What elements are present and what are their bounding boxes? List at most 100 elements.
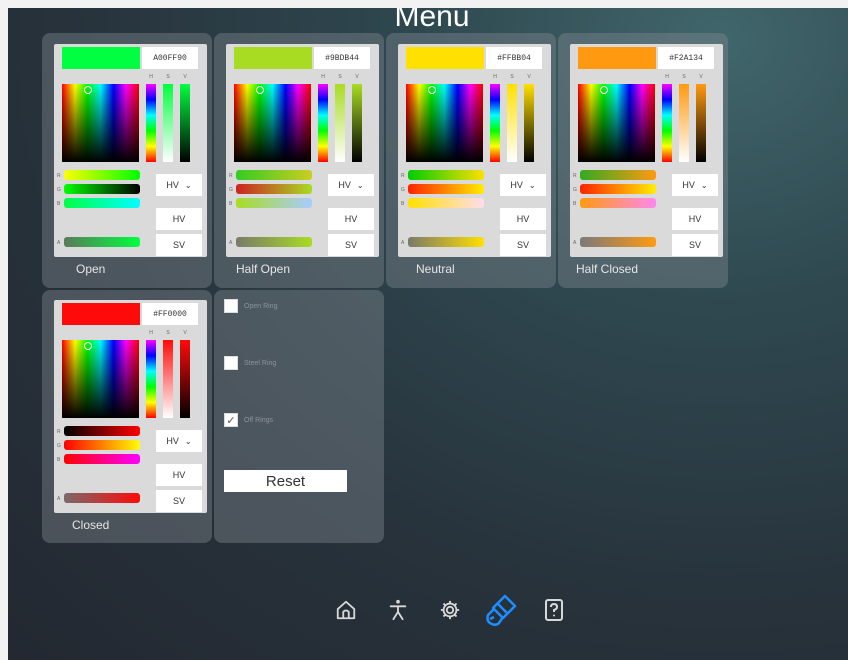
value-slider[interactable] [696, 84, 706, 162]
hex-input[interactable]: #F2A134 [658, 47, 714, 69]
spectrum-handle[interactable] [600, 86, 608, 94]
nav-appearance[interactable] [476, 594, 528, 627]
hex-input[interactable]: #FF0000 [142, 303, 198, 325]
mode-dropdown[interactable]: HV ⌄ [500, 174, 546, 196]
chevron-down-icon: ⌄ [356, 180, 364, 190]
checkbox[interactable] [224, 356, 238, 370]
color-swatch [578, 47, 656, 69]
green-slider[interactable] [580, 184, 656, 194]
mode-dropdown[interactable]: HV ⌄ [672, 174, 718, 196]
spectrum-handle[interactable] [256, 86, 264, 94]
saturation-slider[interactable] [679, 84, 689, 162]
mode-dropdown[interactable]: HV ⌄ [328, 174, 374, 196]
sv-button[interactable]: SV [156, 234, 202, 256]
blue-slider[interactable] [408, 198, 484, 208]
green-slider[interactable] [236, 184, 312, 194]
blue-slider[interactable] [64, 454, 140, 464]
bottom-nav [320, 594, 580, 627]
color-swatch [234, 47, 312, 69]
hex-input[interactable]: #9BDB44 [314, 47, 370, 69]
alpha-slider[interactable] [64, 493, 140, 503]
color-picker-open: A00FF90 H S V R G B A HV ⌄ HV SV [54, 44, 207, 257]
sv-button[interactable]: SV [328, 234, 374, 256]
value-slider[interactable] [180, 340, 190, 418]
g-label: G [573, 187, 577, 193]
color-spectrum[interactable] [62, 84, 139, 162]
nav-home[interactable] [320, 594, 372, 626]
hue-slider[interactable] [662, 84, 672, 162]
saturation-slider[interactable] [507, 84, 517, 162]
hex-input[interactable]: A00FF90 [142, 47, 198, 69]
chevron-down-icon: ⌄ [184, 436, 192, 446]
color-spectrum[interactable] [406, 84, 483, 162]
green-slider[interactable] [64, 440, 140, 450]
sv-button[interactable]: SV [672, 234, 718, 256]
v-label: V [183, 74, 187, 80]
value-slider[interactable] [352, 84, 362, 162]
nav-settings[interactable] [424, 594, 476, 626]
help-icon [545, 599, 563, 621]
reset-button[interactable]: Reset [224, 470, 347, 492]
alpha-slider[interactable] [408, 237, 484, 247]
red-slider[interactable] [408, 170, 484, 180]
hv-button[interactable]: HV [672, 208, 718, 230]
a-label: A [573, 240, 577, 246]
hv-button[interactable]: HV [500, 208, 546, 230]
page-title: Menu [394, 8, 470, 33]
b-label: B [573, 201, 577, 207]
app-window: Menu A00FF90 H S V R G B A HV ⌄ HV SV Ope… [8, 8, 848, 660]
r-label: R [57, 429, 61, 435]
value-slider[interactable] [180, 84, 190, 162]
hue-slider[interactable] [490, 84, 500, 162]
b-label: B [401, 201, 405, 207]
toggle-open-ring[interactable]: Open Ring [224, 299, 277, 313]
blue-slider[interactable] [580, 198, 656, 208]
s-label: S [166, 74, 170, 80]
saturation-slider[interactable] [335, 84, 345, 162]
alpha-slider[interactable] [580, 237, 656, 247]
alpha-slider[interactable] [64, 237, 140, 247]
red-slider[interactable] [580, 170, 656, 180]
s-label: S [682, 74, 686, 80]
green-slider[interactable] [408, 184, 484, 194]
blue-slider[interactable] [64, 198, 140, 208]
spectrum-handle[interactable] [428, 86, 436, 94]
color-spectrum[interactable] [62, 340, 139, 418]
nav-help[interactable] [528, 594, 580, 626]
saturation-slider[interactable] [163, 84, 173, 162]
saturation-slider[interactable] [163, 340, 173, 418]
hv-button[interactable]: HV [156, 208, 202, 230]
red-slider[interactable] [64, 426, 140, 436]
hv-button[interactable]: HV [156, 464, 202, 486]
picker-label: Open [76, 262, 106, 276]
color-spectrum[interactable] [578, 84, 655, 162]
color-swatch [406, 47, 484, 69]
color-picker-half-closed: #F2A134 H S V R G B A HV ⌄ HV SV [570, 44, 723, 257]
paintbrush-icon [486, 594, 517, 627]
sv-button[interactable]: SV [500, 234, 546, 256]
nav-accessibility[interactable] [372, 594, 424, 626]
spectrum-handle[interactable] [84, 86, 92, 94]
checkbox[interactable] [224, 299, 238, 313]
sv-button[interactable]: SV [156, 490, 202, 512]
mode-dropdown[interactable]: HV ⌄ [156, 430, 202, 452]
mode-dropdown[interactable]: HV ⌄ [156, 174, 202, 196]
red-slider[interactable] [236, 170, 312, 180]
blue-slider[interactable] [236, 198, 312, 208]
toggle-off-rings[interactable]: ✓ Off Rings [224, 413, 273, 427]
value-slider[interactable] [524, 84, 534, 162]
red-slider[interactable] [64, 170, 140, 180]
alpha-slider[interactable] [236, 237, 312, 247]
r-label: R [401, 173, 405, 179]
hex-input[interactable]: #FFBB04 [486, 47, 542, 69]
hue-slider[interactable] [318, 84, 328, 162]
hue-slider[interactable] [146, 340, 156, 418]
hv-button[interactable]: HV [328, 208, 374, 230]
green-slider[interactable] [64, 184, 140, 194]
r-label: R [57, 173, 61, 179]
checkbox[interactable]: ✓ [224, 413, 238, 427]
color-spectrum[interactable] [234, 84, 311, 162]
hue-slider[interactable] [146, 84, 156, 162]
toggle-steel-ring[interactable]: Steel Ring [224, 356, 276, 370]
spectrum-handle[interactable] [84, 342, 92, 350]
